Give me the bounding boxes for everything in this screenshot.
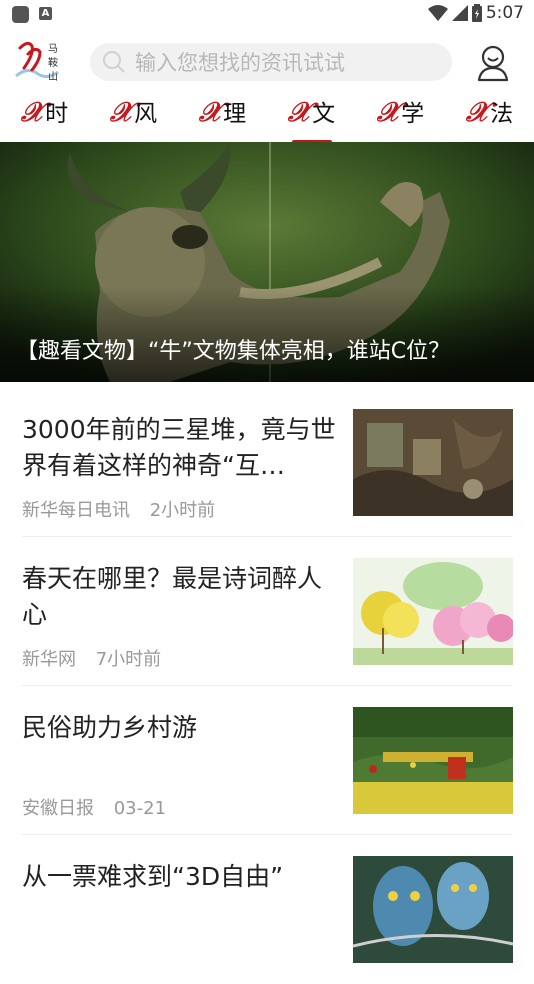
news-meta: 安徽日报 03-21 <box>22 794 166 820</box>
tab-label: 文 <box>312 101 336 127</box>
news-thumbnail <box>353 856 513 963</box>
channel-logo-mark: 𝒳 <box>109 97 134 128</box>
news-thumbnail <box>353 409 513 516</box>
status-time: 5:07 <box>485 3 524 23</box>
news-feed: 3000年前的三星堆，竟与世界有着这样的神奇“互… 新华每日电讯 2小时前 春天… <box>0 388 534 984</box>
battery-icon <box>471 4 482 22</box>
news-source: 新华每日电讯 <box>22 500 130 521</box>
profile-button[interactable] <box>476 44 510 82</box>
tab-label: 时 <box>45 101 69 127</box>
svg-text:山: 山 <box>48 71 58 83</box>
tab-channel-wen[interactable]: 𝒳 文 <box>267 94 356 146</box>
news-source: 安徽日报 <box>22 798 94 819</box>
user-icon <box>477 45 509 82</box>
svg-text:马: 马 <box>48 43 58 55</box>
tab-channel-fa[interactable]: 𝒳 法 <box>445 94 534 146</box>
status-bar: A 5:07 <box>0 0 534 28</box>
tab-channel-shi[interactable]: 𝒳 时 <box>0 94 89 146</box>
news-thumbnail <box>353 558 513 665</box>
news-item[interactable]: 从一票难求到“3D自由” <box>0 835 534 984</box>
news-time: 03-21 <box>113 798 167 819</box>
news-title: 从一票难求到“3D自由” <box>22 862 284 891</box>
signal-icon <box>451 5 468 21</box>
banner-caption[interactable]: 【趣看文物】“牛”文物集体亮相，谁站C位？ <box>16 337 526 367</box>
channel-logo-mark: 𝒳 <box>376 97 401 128</box>
news-time: 2小时前 <box>149 500 216 521</box>
news-thumbnail <box>353 707 513 814</box>
tab-channel-feng[interactable]: 𝒳 风 <box>89 94 178 146</box>
search-placeholder: 输入您想找的资讯试试 <box>135 51 345 75</box>
tab-channel-li[interactable]: 𝒳 理 <box>178 94 267 146</box>
news-meta: 新华每日电讯 2小时前 <box>22 496 215 522</box>
news-item[interactable]: 民俗助力乡村游 安徽日报 03-21 <box>0 686 534 835</box>
news-title: 民俗助力乡村游 <box>22 713 198 742</box>
news-item[interactable]: 春天在哪里？最是诗词醉人心 新华网 7小时前 <box>0 537 534 686</box>
search-input[interactable]: 输入您想找的资讯试试 <box>90 43 452 81</box>
news-meta <box>22 943 36 964</box>
tab-label: 法 <box>490 101 514 127</box>
app-notification-icon <box>12 6 29 23</box>
app-logo[interactable]: 马 鞍 山 <box>14 36 74 88</box>
svg-text:鞍: 鞍 <box>48 56 58 69</box>
channel-tabs: 𝒳 时 𝒳 风 𝒳 理 𝒳 文 𝒳 学 𝒳 法 <box>0 94 534 144</box>
channel-logo-mark: 𝒳 <box>465 97 490 128</box>
news-meta: 新华网 7小时前 <box>22 645 161 671</box>
news-title: 3000年前的三星堆，竟与世界有着这样的神奇“互… <box>22 415 336 480</box>
notification-a-icon: A <box>39 7 52 20</box>
wifi-icon <box>427 5 448 21</box>
search-icon <box>103 51 125 73</box>
news-item[interactable]: 3000年前的三星堆，竟与世界有着这样的神奇“互… 新华每日电讯 2小时前 <box>0 388 534 537</box>
tab-label: 风 <box>134 101 158 127</box>
news-source: 新华网 <box>22 649 76 670</box>
channel-logo-mark: 𝒳 <box>287 97 312 128</box>
tab-label: 理 <box>223 101 247 127</box>
channel-logo-mark: 𝒳 <box>20 97 45 128</box>
tab-channel-xue[interactable]: 𝒳 学 <box>356 94 445 146</box>
news-title: 春天在哪里？最是诗词醉人心 <box>22 564 323 629</box>
tab-label: 学 <box>401 101 425 127</box>
channel-logo-mark: 𝒳 <box>198 97 223 128</box>
news-time: 7小时前 <box>95 649 162 670</box>
